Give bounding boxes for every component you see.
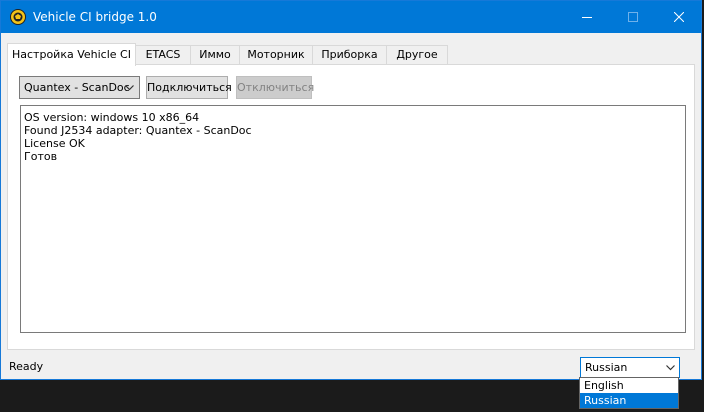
chevron-down-icon	[125, 85, 134, 91]
maximize-icon	[628, 12, 638, 22]
title-bar[interactable]: Vehicle CI bridge 1.0	[1, 1, 701, 33]
close-icon	[674, 12, 684, 22]
client-area: Настройка Vehicle CI ETACS Иммо Моторник…	[1, 33, 701, 379]
tab-page-vehicle-ci-setup: Quantex - ScanDoc Подключиться Отключить…	[7, 64, 695, 350]
log-line: Found J2534 adapter: Quantex - ScanDoc	[24, 124, 252, 137]
app-logo-icon	[10, 9, 26, 25]
log-line: Готов	[24, 150, 58, 163]
tab-instrument-cluster[interactable]: Приборка	[312, 45, 387, 64]
close-button[interactable]	[656, 1, 701, 33]
language-option-russian[interactable]: Russian	[580, 393, 678, 408]
connect-button[interactable]: Подключиться	[146, 76, 232, 99]
app-window: Vehicle CI bridge 1.0 Настройка Vehicle …	[0, 0, 702, 380]
chevron-down-icon	[666, 365, 675, 371]
tab-engine[interactable]: Моторник	[239, 45, 313, 64]
log-line: OS version: windows 10 x86_64	[24, 111, 200, 124]
window-title: Vehicle CI bridge 1.0	[33, 10, 157, 24]
language-select-value: Russian	[585, 361, 628, 374]
language-option-english[interactable]: English	[580, 378, 678, 393]
tab-vehicle-ci-setup[interactable]: Настройка Vehicle CI	[7, 43, 136, 66]
log-output[interactable]: OS version: windows 10 x86_64 Found J253…	[20, 105, 686, 333]
language-dropdown-list: English Russian	[579, 377, 679, 409]
tab-immo[interactable]: Иммо	[190, 45, 240, 64]
minimize-button[interactable]	[564, 1, 610, 33]
tab-other[interactable]: Другое	[386, 45, 448, 64]
language-select[interactable]: Russian	[580, 357, 680, 378]
maximize-button[interactable]	[610, 1, 656, 33]
minimize-icon	[582, 17, 592, 18]
log-line: License OK	[24, 137, 85, 150]
tab-etacs[interactable]: ETACS	[135, 45, 191, 64]
adapter-select-value: Quantex - ScanDoc	[24, 81, 130, 94]
adapter-select[interactable]: Quantex - ScanDoc	[19, 76, 140, 99]
status-text: Ready	[9, 360, 44, 373]
disconnect-button[interactable]: Отключиться	[236, 76, 314, 99]
